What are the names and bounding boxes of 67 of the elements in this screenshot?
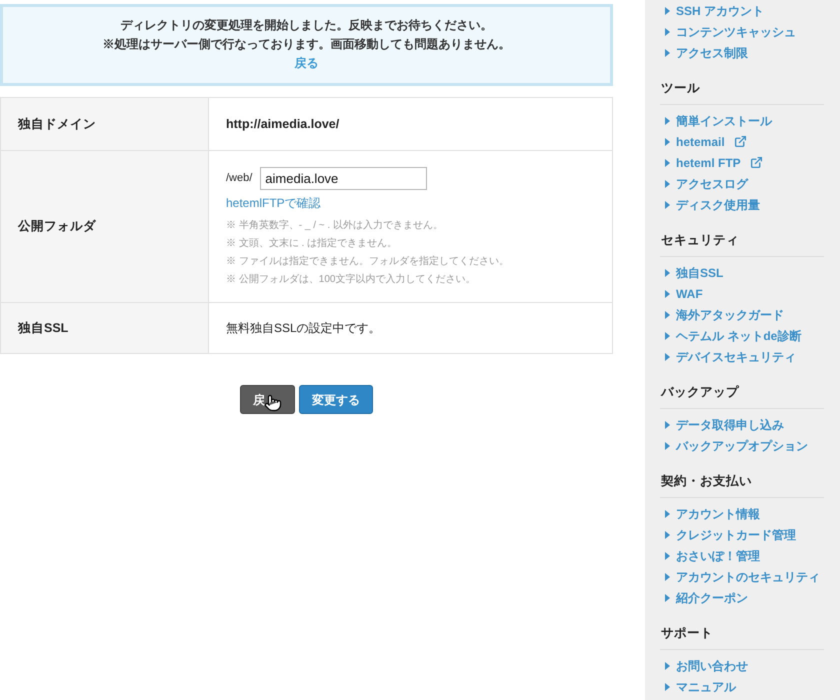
row-label: 独自SSL [18,320,68,337]
ssl-status-text: 無料独自SSLの設定中です。 [226,320,381,337]
sidebar-heading: 契約・お支払い [661,473,753,490]
sidebar-link[interactable]: SSH アカウント [665,2,764,20]
sidebar-link[interactable]: 海外アタックガード [665,306,784,324]
notice-text: ※処理はサーバー側で行なっております。画面移動しても問題ありません。 [102,36,510,53]
input-note-text: ※ 公開フォルダは、100文字以内で入力してください。 [226,272,476,287]
sidebar-link[interactable]: お問い合わせ [665,656,748,674]
row-label: 独自ドメイン [18,116,96,133]
triangle-icon [665,530,670,538]
sidebar-link[interactable]: クレジットカード管理 [665,526,796,544]
back-button[interactable]: 戻 [240,385,295,414]
sidebar-link[interactable]: コンテンツキャッシュ [665,22,796,40]
triangle-icon [665,116,670,124]
sidebar-link[interactable]: デバイスセキュリティ [665,348,796,366]
triangle-icon [665,420,670,428]
sidebar-heading: ツール [661,80,701,97]
sidebar-link[interactable]: アクセスログ [665,174,748,192]
triangle-icon [665,510,670,518]
sidebar-link[interactable]: 簡単インストール [665,112,772,130]
triangle-icon [665,180,670,188]
path-prefix-text: /web/ [226,171,252,186]
input-note-text: ※ 文頭、文末に . は指定できません。 [226,236,398,251]
hand-cursor-icon [264,394,282,412]
notice-text: ディレクトリの変更処理を開始しました。反映までお待ちください。 [120,17,492,34]
sidebar-link[interactable]: 独自SSL [665,264,724,282]
sidebar-heading: セキュリティ [661,232,740,249]
sidebar-link[interactable]: 紹介クーポン [665,588,748,606]
triangle-icon [665,48,670,56]
row-label: 公開フォルダ [18,218,96,236]
triangle-icon [665,6,670,14]
domain-text: http://aimedia.love/ [226,116,340,133]
sidebar-link[interactable]: アカウントのセキュリティ [665,568,820,586]
triangle-icon [665,442,670,450]
ftp-check-link[interactable]: hetemlFTPで確認 [226,194,321,212]
sidebar-link[interactable]: heteml FTP [665,154,763,172]
triangle-icon [665,352,670,360]
triangle-icon [665,332,670,340]
triangle-icon [665,200,670,208]
triangle-icon [665,552,670,560]
triangle-icon [665,310,670,318]
input-note-text: ※ 半角英数字、- _ / ~ . 以外は入力できません。 [226,218,443,233]
triangle-icon [665,28,670,36]
input-note-text: ※ ファイルは指定できません。フォルダを指定してください。 [226,254,509,269]
submit-button[interactable]: 変更する [299,385,373,414]
sidebar-heading: サポート [661,625,714,642]
triangle-icon [665,158,670,166]
sidebar-link[interactable]: バックアップオプション [665,436,808,454]
sidebar-link[interactable]: データ取得申し込み [665,416,784,434]
triangle-icon [665,572,670,580]
sidebar-heading: バックアップ [661,384,740,401]
triangle-icon [665,594,670,602]
triangle-icon [665,290,670,298]
sidebar-link[interactable]: アカウント情報 [665,504,760,522]
sidebar-link[interactable]: ディスク使用量 [665,196,760,214]
triangle-icon [665,662,670,670]
back-link[interactable]: 戻る [294,54,318,73]
sidebar-link[interactable]: おさいぽ！管理 [665,546,760,564]
sidebar-link[interactable]: マニュアル [665,678,736,696]
folder-input-field[interactable]: aimedia.love [260,167,428,190]
triangle-icon [665,138,670,146]
sidebar-link[interactable]: アクセス制限 [665,44,748,62]
triangle-icon [665,682,670,690]
sidebar-link[interactable]: hetemail [665,132,747,150]
triangle-icon [665,268,670,276]
sidebar-link[interactable]: WAF [665,284,703,302]
sidebar-link[interactable]: ヘテムル ネットde診断 [665,326,802,344]
